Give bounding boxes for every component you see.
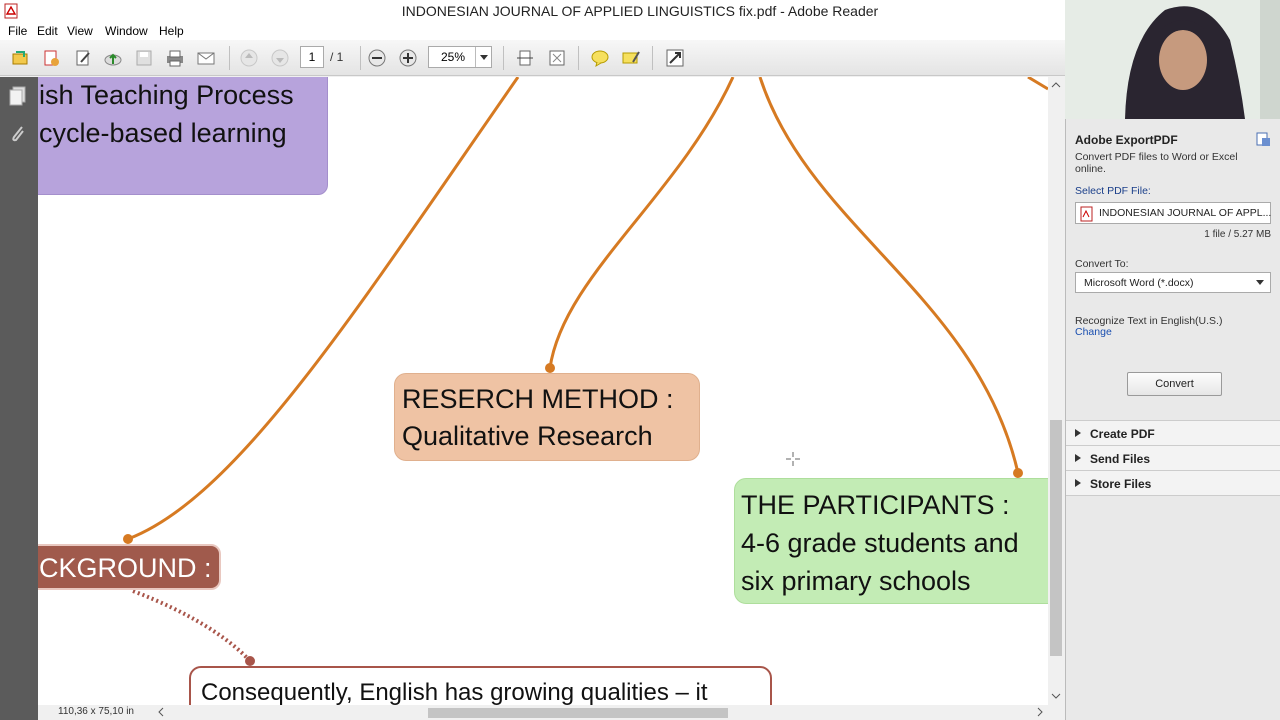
selected-file-field[interactable]: INDONESIAN JOURNAL OF APPL... (1075, 202, 1271, 224)
next-page-icon[interactable] (269, 48, 291, 68)
node-teaching-line1: ish Teaching Process (39, 80, 294, 110)
fullscreen-icon[interactable] (664, 48, 686, 68)
participants-line3: six primary schools (741, 566, 971, 596)
print-icon[interactable] (164, 48, 186, 68)
participants-line2: 4-6 grade students and (741, 528, 1019, 558)
section-label: Send Files (1090, 452, 1151, 466)
change-link[interactable]: Change (1075, 326, 1112, 338)
webcam-overlay (1065, 0, 1280, 119)
create-pdf-icon[interactable] (40, 48, 62, 68)
scroll-left-icon[interactable] (156, 707, 166, 717)
page-count: / 1 (330, 50, 344, 64)
export-pdf-icon[interactable] (1255, 131, 1271, 152)
file-info: 1 file / 5.27 MB (1204, 229, 1271, 240)
menu-window[interactable]: Window (105, 24, 148, 38)
node-teaching-process: ish Teaching Process cycle-based learnin… (38, 77, 328, 195)
convert-button[interactable]: Convert (1127, 372, 1222, 396)
node-participants: THE PARTICIPANTS : 4-6 grade students an… (734, 478, 1048, 604)
node-teaching-line2: cycle-based learning (39, 118, 287, 148)
export-pdf-title: Adobe ExportPDF (1075, 133, 1178, 147)
select-pdf-label: Select PDF File: (1075, 185, 1151, 197)
scroll-up-icon[interactable] (1051, 80, 1061, 90)
zoom-out-icon[interactable] (366, 48, 388, 68)
menu-edit[interactable]: Edit (37, 24, 58, 38)
fit-width-icon[interactable] (514, 48, 536, 68)
chevron-down-icon[interactable] (475, 47, 491, 67)
convert-to-label: Convert To: (1075, 258, 1129, 270)
page-size-readout: 110,36 x 75,10 in (58, 706, 134, 717)
document-view[interactable]: ish Teaching Process cycle-based learnin… (38, 77, 1048, 705)
email-icon[interactable] (195, 48, 217, 68)
zoom-select[interactable]: 25% (428, 46, 492, 68)
vertical-scrollbar[interactable] (1048, 77, 1064, 705)
open-icon[interactable] (9, 48, 31, 68)
section-send-files[interactable]: Send Files (1066, 445, 1280, 470)
bottom-text-line: Consequently, English has growing qualit… (201, 679, 708, 705)
node-research-method: RESERCH METHOD : Qualitative Research (394, 373, 700, 461)
navigation-pane (0, 77, 38, 720)
pdf-file-icon (1080, 206, 1093, 222)
crosshair-cursor-icon (785, 451, 801, 467)
zoom-value: 25% (441, 50, 466, 64)
participants-title: THE PARTICIPANTS : (741, 490, 1010, 520)
page-number-input[interactable]: 1 (300, 46, 324, 68)
research-method-title: RESERCH METHOD : (402, 384, 674, 414)
chevron-down-icon (1256, 280, 1264, 285)
section-create-pdf[interactable]: Create PDF (1066, 420, 1280, 445)
scroll-right-icon[interactable] (1035, 707, 1045, 717)
fit-page-icon[interactable] (546, 48, 568, 68)
menu-bar: File Edit View Window Help (0, 22, 1065, 40)
tools-panel: Adobe ExportPDF Convert PDF files to Wor… (1065, 119, 1280, 720)
page-thumbnails-icon[interactable] (8, 85, 28, 112)
convert-format-value: Microsoft Word (*.docx) (1084, 277, 1194, 289)
convert-format-select[interactable]: Microsoft Word (*.docx) (1075, 272, 1271, 293)
comment-icon[interactable] (589, 48, 611, 68)
toolbar (0, 40, 1065, 76)
previous-page-icon[interactable] (238, 48, 260, 68)
export-pdf-description: Convert PDF files to Word or Excel onlin… (1075, 151, 1238, 175)
section-store-files[interactable]: Store Files (1066, 470, 1280, 495)
menu-view[interactable]: View (67, 24, 93, 38)
section-label: Create PDF (1090, 427, 1155, 441)
horizontal-scroll-thumb[interactable] (428, 708, 728, 718)
node-background: CKGROUND : (38, 544, 221, 590)
section-label: Store Files (1090, 477, 1152, 491)
background-label: CKGROUND : (39, 553, 212, 583)
vertical-scroll-thumb[interactable] (1050, 420, 1062, 656)
upload-cloud-icon[interactable] (102, 48, 124, 68)
scroll-down-icon[interactable] (1051, 691, 1061, 701)
title-bar: INDONESIAN JOURNAL OF APPLIED LINGUISTIC… (0, 0, 1065, 22)
save-icon[interactable] (133, 48, 155, 68)
node-bottom-text: Consequently, English has growing qualit… (189, 666, 772, 705)
selected-file-name: INDONESIAN JOURNAL OF APPL... (1099, 207, 1272, 219)
highlight-icon[interactable] (620, 48, 642, 68)
presenter-video (1065, 0, 1280, 119)
menu-file[interactable]: File (8, 24, 27, 38)
edit-icon[interactable] (72, 48, 94, 68)
zoom-in-icon[interactable] (397, 48, 419, 68)
horizontal-scrollbar[interactable] (38, 705, 1048, 720)
attachments-icon[interactable] (8, 123, 28, 150)
menu-help[interactable]: Help (159, 24, 184, 38)
research-method-value: Qualitative Research (402, 421, 653, 451)
